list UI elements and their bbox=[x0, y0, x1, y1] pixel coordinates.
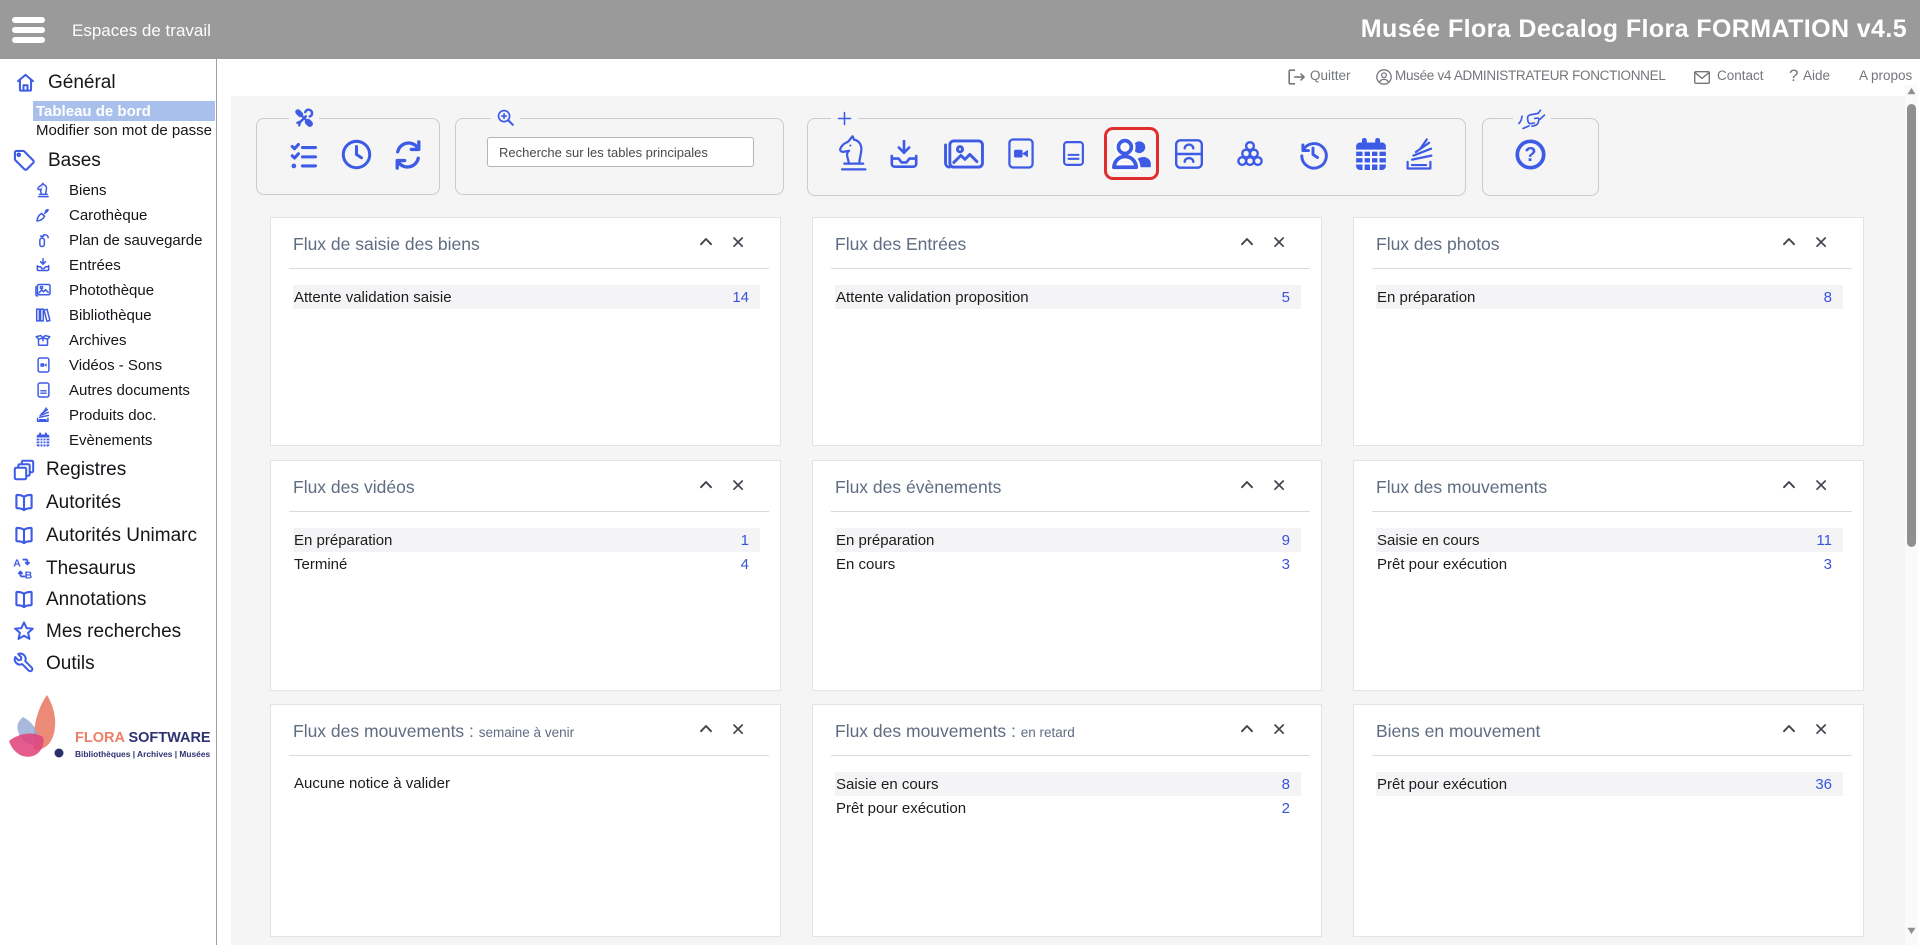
svg-text:?: ? bbox=[1524, 144, 1536, 166]
svg-text:B: B bbox=[25, 569, 33, 580]
svg-text:A: A bbox=[13, 558, 21, 570]
